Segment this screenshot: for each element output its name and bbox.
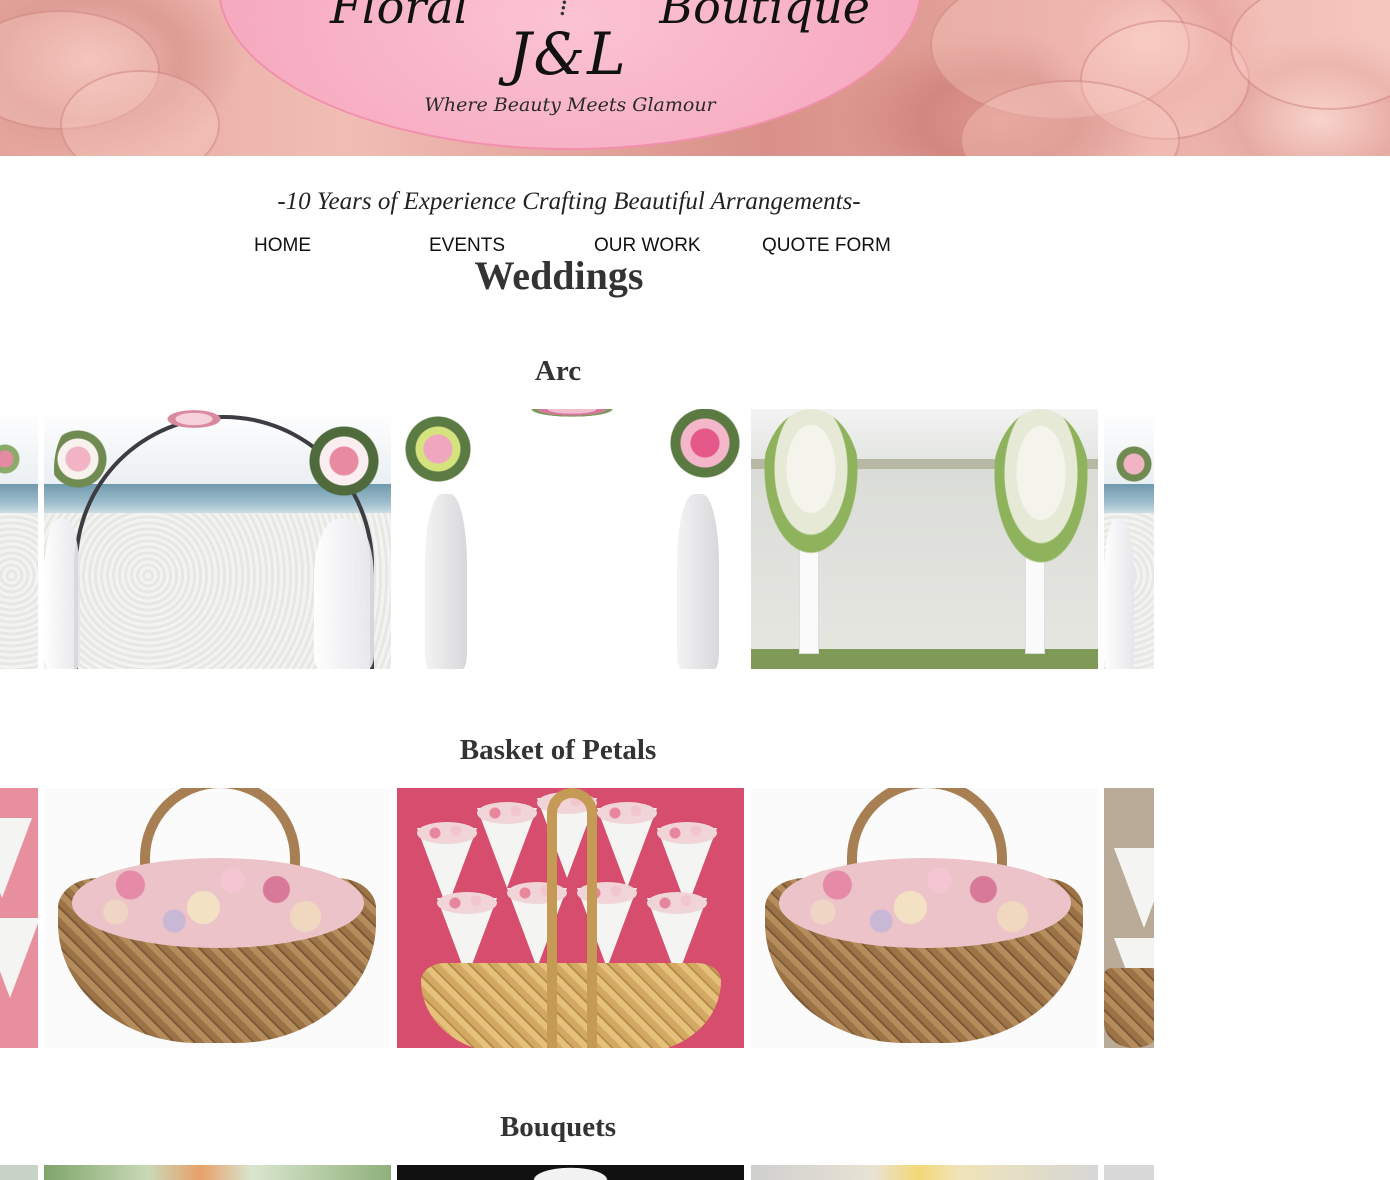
gallery-image-beach-arch[interactable] xyxy=(44,409,391,669)
gallery-image-bouquet-partial-right[interactable] xyxy=(1104,1165,1154,1180)
section-title-basket-of-petals: Basket of Petals xyxy=(459,734,657,766)
experience-subtitle: -10 Years of Experience Crafting Beautif… xyxy=(277,188,861,215)
gallery-image-white-arch[interactable] xyxy=(397,409,744,669)
bouquet-gallery xyxy=(0,1165,1154,1180)
gallery-image-bouquet-partial-left[interactable] xyxy=(0,1165,38,1180)
gallery-image-arc-partial-left[interactable] xyxy=(0,409,38,669)
rose-petal-decoration xyxy=(1230,0,1390,110)
gallery-image-petal-cones-basket[interactable] xyxy=(397,788,744,1048)
gallery-image-lake-arch[interactable] xyxy=(751,409,1098,669)
brand-word-right: Boutique xyxy=(659,0,870,34)
gallery-image-bouquet-2[interactable] xyxy=(397,1165,744,1180)
gallery-image-basket-partial-right[interactable] xyxy=(1104,788,1154,1048)
arc-gallery xyxy=(0,409,1154,669)
gallery-image-arc-partial-right[interactable] xyxy=(1104,409,1154,669)
brand-word-left: Floral xyxy=(330,0,469,34)
gallery-image-petal-basket-2[interactable] xyxy=(751,788,1098,1048)
section-title-bouquets: Bouquets xyxy=(499,1111,617,1143)
gallery-image-basket-partial-left[interactable] xyxy=(0,788,38,1048)
page-title: Weddings xyxy=(474,253,644,298)
brand-tagline: Where Beauty Meets Glamour xyxy=(424,94,716,116)
section-title-arc: Arc xyxy=(534,355,582,387)
gallery-image-petal-basket[interactable] xyxy=(44,788,391,1048)
header-banner: Floral ⁞ Boutique J&L Where Beauty Meets… xyxy=(0,0,1390,156)
nav-home-link[interactable]: HOME xyxy=(254,235,311,257)
gallery-image-bouquet-3[interactable] xyxy=(751,1165,1098,1180)
basket-gallery xyxy=(0,788,1154,1048)
nav-quote-form-link[interactable]: QUOTE FORM xyxy=(762,235,891,257)
gallery-image-bouquet-1[interactable] xyxy=(44,1165,391,1180)
brand-monogram: J&L xyxy=(508,20,628,88)
